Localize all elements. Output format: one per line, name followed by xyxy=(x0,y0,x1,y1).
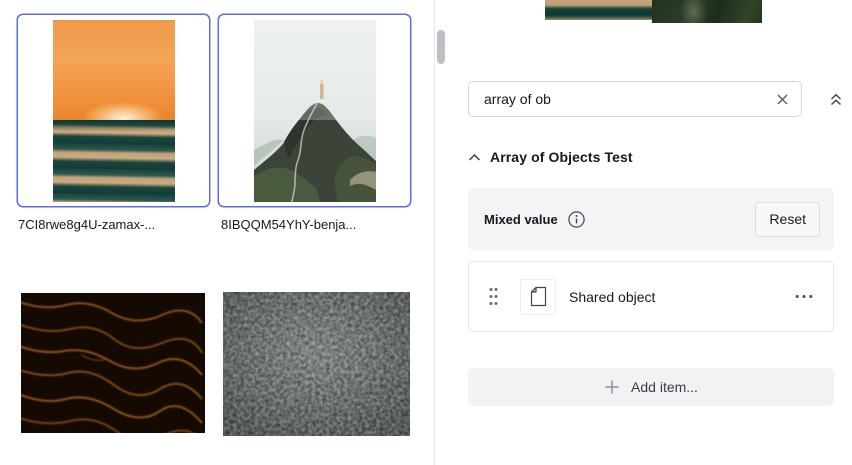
media-item-mountain[interactable] xyxy=(218,14,411,207)
info-circle-icon[interactable] xyxy=(567,210,586,229)
field-search-input[interactable] xyxy=(468,81,802,117)
fieldset-header[interactable]: Array of Objects Test xyxy=(468,147,633,167)
sunset-preview-fragment xyxy=(545,0,652,20)
item-type-icon-box xyxy=(520,278,556,315)
array-item-row[interactable]: Shared object xyxy=(468,261,834,332)
document-page-icon xyxy=(530,286,547,307)
mixed-value-banner: Mixed value Reset xyxy=(468,188,834,250)
drag-handle-dots-icon[interactable] xyxy=(489,287,498,306)
array-item-title: Shared object xyxy=(569,288,656,305)
filename-caption[interactable]: 7CI8rwe8g4U-zamax-... xyxy=(18,216,210,233)
fieldset-title: Array of Objects Test xyxy=(490,149,633,165)
add-item-button[interactable]: Add item... xyxy=(468,368,834,406)
mountain-preview-fragment xyxy=(652,0,762,23)
add-item-label: Add item... xyxy=(631,379,698,395)
chevron-double-up-icon xyxy=(828,91,844,108)
inspector-panel: Array of Objects Test Mixed value Reset xyxy=(452,0,852,465)
plus-icon xyxy=(604,379,620,395)
media-item-dunes[interactable] xyxy=(15,293,205,444)
item-menu-button[interactable] xyxy=(791,290,817,303)
partial-thumbnail-offscreen[interactable] xyxy=(0,48,6,175)
media-grid-panel: 7CI8rwe8g4U-zamax-... 8IBQQM54YhY-benja.… xyxy=(0,0,434,465)
media-item-forest[interactable] xyxy=(223,292,410,436)
panel-divider xyxy=(434,0,435,465)
sunset-photo xyxy=(52,19,175,202)
media-item-sunset[interactable] xyxy=(17,14,210,207)
chevron-up-icon xyxy=(468,153,481,162)
collapse-all-button[interactable] xyxy=(822,85,850,113)
sunset-sea xyxy=(52,119,175,202)
scrollbar-thumb[interactable] xyxy=(437,30,445,64)
scrolled-image-preview xyxy=(545,0,762,23)
ellipsis-icon xyxy=(795,294,813,299)
mountain-photo xyxy=(253,19,376,202)
filename-caption[interactable]: 8IBQQM54YhY-benja... xyxy=(221,216,413,233)
reset-button[interactable]: Reset xyxy=(755,201,820,237)
clear-search-button[interactable] xyxy=(772,89,792,109)
field-search-row xyxy=(468,81,842,117)
x-icon xyxy=(775,92,790,107)
mixed-value-label: Mixed value xyxy=(484,211,558,227)
